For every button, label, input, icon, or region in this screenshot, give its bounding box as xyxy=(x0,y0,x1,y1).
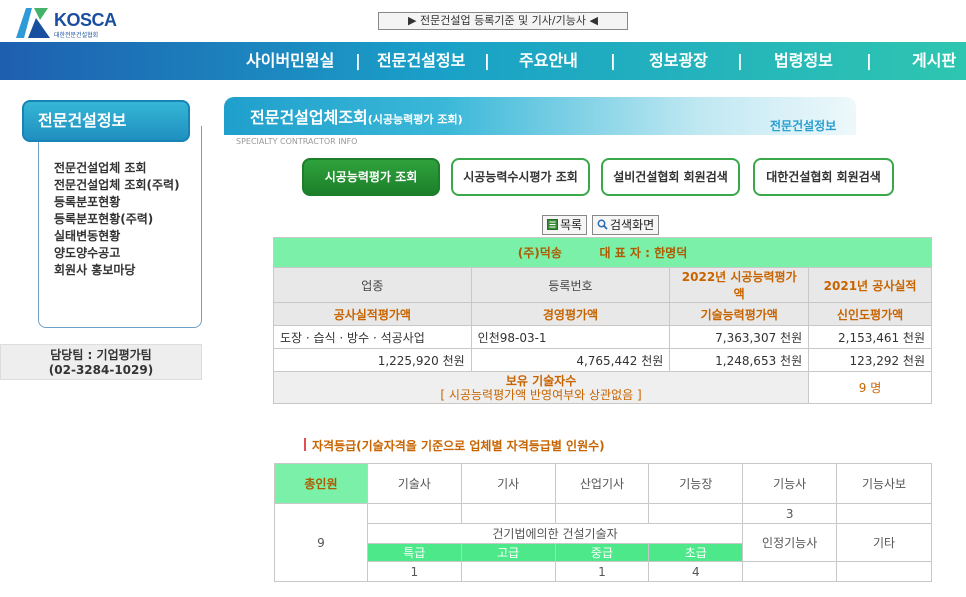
cell-industrial-engineer xyxy=(554,503,650,524)
page-title-sub: (시공능력평가 조회) xyxy=(367,113,463,126)
value-special: 1 xyxy=(366,561,462,582)
tech-count-label-cell: 보유 기술자수 [ 시공능력평가액 반영여부와 상관없음 ] xyxy=(272,371,810,404)
logo-subtext: 대한전문건설협회 xyxy=(54,32,99,39)
sidebar-item-registration-distribution[interactable]: 등록분포현황 xyxy=(54,194,180,211)
search-icon xyxy=(597,219,608,230)
total-count: 9 xyxy=(274,503,368,582)
nav-item-construction-info[interactable]: 전문건설정보 xyxy=(377,42,465,80)
cell-construction-performance: 1,225,920 천원 xyxy=(273,348,472,372)
tab-capacity-evaluation[interactable]: 시공능력평가 조회 xyxy=(302,158,440,196)
cell-2021-performance: 2,153,461 천원 xyxy=(808,325,932,349)
value-etc xyxy=(836,561,932,582)
cell-reliability: 123,292 천원 xyxy=(808,348,932,372)
list-button-label: 목록 xyxy=(560,218,583,232)
cell-master-craftsman xyxy=(648,503,744,524)
header-total: 총인원 xyxy=(274,463,368,504)
top-banner-link[interactable]: ▶ 전문건설업 등록기준 및 기사/기능사 ◀ xyxy=(378,12,628,30)
section-marker xyxy=(304,438,306,451)
grade-advanced: 고급 xyxy=(460,543,556,562)
company-info-table: (주)덕송 대 표 자 : 한명덕 업종 등록번호 2022년 시공능력평가액 … xyxy=(272,237,932,404)
cell-business-type: 도장 · 습식 · 방수 · 석공사업 xyxy=(273,325,472,349)
header-professional-engineer: 기술사 xyxy=(366,463,462,504)
qualification-table: 총인원 기술사 기사 산업기사 기능장 기능사 기능사보 9 3 건기법에의한 … xyxy=(274,463,932,582)
header-registration-no: 등록번호 xyxy=(470,267,671,303)
value-certified-craftsman xyxy=(742,561,838,582)
nav-separator: | xyxy=(484,51,490,70)
etc-label: 기타 xyxy=(836,523,932,562)
value-advanced xyxy=(460,561,556,582)
nav-item-main-guide[interactable]: 주요안내 xyxy=(519,42,578,80)
tab-occasional-evaluation[interactable]: 시공능력수시평가 조회 xyxy=(451,158,590,196)
header-assistant-craftsman: 기능사보 xyxy=(836,463,932,504)
value-beginner: 4 xyxy=(648,561,744,582)
sidebar-item-registration-distribution-main[interactable]: 등록분포현황(주력) xyxy=(54,211,180,228)
tab-facility-association-search[interactable]: 설비건설협회 회원검색 xyxy=(601,158,740,196)
nav-separator: | xyxy=(737,51,743,70)
tech-count-note: [ 시공능력평가액 반영여부와 상관없음 ] xyxy=(440,387,642,402)
nav-item-cyber-civil[interactable]: 사이버민원실 xyxy=(246,42,334,80)
cell-engineer xyxy=(460,503,556,524)
sidebar-menu: 전문건설업체 조회 전문건설업체 조회(주력) 등록분포현황 등록분포현황(주력… xyxy=(54,160,180,279)
kosca-logo[interactable]: KOSCA 대한전문건설협회 xyxy=(14,4,134,44)
page-category-label: 전문건설정보 xyxy=(770,119,837,133)
cell-management: 4,765,442 천원 xyxy=(470,348,671,372)
sidebar-title: 전문건설정보 xyxy=(22,100,190,142)
page-title: 전문건설업체조회(시공능력평가 조회) xyxy=(250,104,463,128)
cell-craftsman: 3 xyxy=(742,503,838,524)
tab-construction-association-search[interactable]: 대한건설협회 회원검색 xyxy=(753,158,894,196)
representative-name: 한명덕 xyxy=(654,246,688,260)
page-title-text: 전문건설업체조회 xyxy=(250,108,368,127)
cell-professional-engineer xyxy=(366,503,462,524)
contact-phone: (02-3284-1029) xyxy=(48,363,154,377)
search-screen-label: 검색화면 xyxy=(610,218,655,232)
header-craftsman: 기능사 xyxy=(742,463,838,504)
header-management: 경영평가액 xyxy=(470,302,671,326)
header-master-craftsman: 기능장 xyxy=(648,463,744,504)
sidebar-item-status-change[interactable]: 실태변동현황 xyxy=(54,228,180,245)
cell-assistant-craftsman xyxy=(836,503,932,524)
nav-item-board[interactable]: 게시판 xyxy=(912,42,956,80)
page-title-english: SPECIALTY CONTRACTOR INFO xyxy=(236,137,358,146)
contact-box: 담당팀 : 기업평가팀 (02-3284-1029) xyxy=(0,344,202,380)
representative-label: 대 표 자 : xyxy=(599,246,650,260)
list-button[interactable]: 목록 xyxy=(542,215,588,235)
grade-beginner: 초급 xyxy=(648,543,744,562)
logo-text: KOSCA xyxy=(54,10,117,30)
header-business-type: 업종 xyxy=(273,267,472,303)
header-2021-performance: 2021년 공사실적 xyxy=(808,267,932,303)
grade-intermediate: 중급 xyxy=(554,543,650,562)
certified-craftsman-label: 인정기능사 xyxy=(742,523,838,562)
header-engineer: 기사 xyxy=(460,463,556,504)
header-industrial-engineer: 산업기사 xyxy=(554,463,650,504)
sidebar-item-company-search[interactable]: 전문건설업체 조회 xyxy=(54,160,180,177)
sidebar-item-member-promo[interactable]: 회원사 홍보마당 xyxy=(54,262,180,279)
law-engineer-label: 건기법에의한 건설기술자 xyxy=(366,523,744,544)
value-intermediate: 1 xyxy=(554,561,650,582)
sidebar-item-transfer-notice[interactable]: 양도양수공고 xyxy=(54,245,180,262)
search-screen-button[interactable]: 검색화면 xyxy=(592,215,660,235)
nav-item-info-plaza[interactable]: 정보광장 xyxy=(649,42,708,80)
nav-separator: | xyxy=(866,51,872,70)
header-2022-capacity: 2022년 시공능력평가액 xyxy=(669,267,810,303)
cell-2022-capacity: 7,363,307 천원 xyxy=(669,325,810,349)
cell-registration-no: 인천98-03-1 xyxy=(470,325,671,349)
company-header-row: (주)덕송 대 표 자 : 한명덕 xyxy=(273,237,932,268)
qualification-section-title: 자격등급(기술자격을 기준으로 업체별 자격등급별 인원수) xyxy=(312,439,605,453)
nav-item-law-info[interactable]: 법령정보 xyxy=(774,42,833,80)
list-icon xyxy=(547,219,558,230)
tech-count-value: 9 명 xyxy=(808,371,932,404)
contact-team: 담당팀 : 기업평가팀 xyxy=(50,348,152,362)
nav-separator: | xyxy=(610,51,616,70)
kosca-logo-icon xyxy=(16,8,50,38)
main-navbar: 사이버민원실 | 전문건설정보 | 주요안내 | 정보광장 | 법령정보 | 게… xyxy=(0,42,966,80)
cell-technical: 1,248,653 천원 xyxy=(669,348,810,372)
tech-count-label: 보유 기술자수 xyxy=(505,373,577,388)
header-technical: 기술능력평가액 xyxy=(669,302,810,326)
company-name: (주)덕송 xyxy=(517,246,562,260)
sidebar-item-company-search-main[interactable]: 전문건설업체 조회(주력) xyxy=(54,177,180,194)
grade-special: 특급 xyxy=(366,543,462,562)
nav-separator: | xyxy=(355,51,361,70)
header-reliability: 신인도평가액 xyxy=(808,302,932,326)
header-construction-performance: 공사실적평가액 xyxy=(273,302,472,326)
